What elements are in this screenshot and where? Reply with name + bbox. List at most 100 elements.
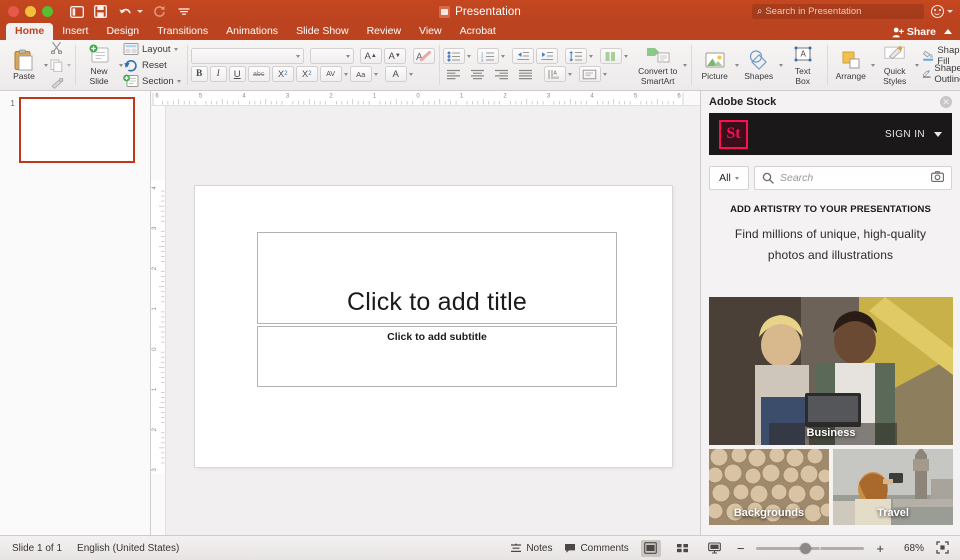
quick-styles-dropdown-icon[interactable] [915, 64, 919, 67]
tab-animations[interactable]: Animations [217, 23, 287, 40]
title-placeholder[interactable]: Click to add title [257, 232, 617, 324]
copy-icon[interactable] [48, 57, 65, 73]
shape-outline-button[interactable]: Shape Outline [922, 67, 960, 82]
stock-filter-dropdown[interactable]: All [709, 166, 749, 190]
tab-home[interactable]: Home [6, 23, 53, 40]
subscript-button[interactable]: X2 [296, 66, 318, 82]
sidebar-toggle-icon[interactable] [69, 4, 84, 19]
zoom-slider[interactable] [756, 540, 864, 557]
fit-slide-button[interactable] [936, 541, 950, 555]
line-spacing-dropdown-icon[interactable] [589, 55, 593, 58]
maximize-window-button[interactable] [42, 6, 53, 17]
text-direction-button[interactable]: A [544, 66, 566, 82]
tab-review[interactable]: Review [358, 23, 410, 40]
change-case-dropdown-icon[interactable] [374, 73, 378, 76]
slideshow-button[interactable] [705, 540, 725, 557]
tab-insert[interactable]: Insert [53, 23, 97, 40]
undo-icon[interactable] [117, 4, 132, 19]
zoom-slider-knob[interactable] [800, 543, 811, 554]
comments-button[interactable]: Comments [564, 543, 628, 554]
customize-toolbar-icon[interactable] [176, 4, 191, 19]
language-label[interactable]: English (United States) [77, 543, 179, 554]
character-spacing-dropdown-icon[interactable] [344, 73, 348, 76]
minimize-window-button[interactable] [25, 6, 36, 17]
character-spacing-button[interactable]: AV [320, 66, 342, 82]
share-button[interactable]: Share [892, 26, 936, 38]
redo-icon[interactable] [152, 4, 167, 19]
change-case-button[interactable]: Aa [350, 66, 372, 82]
chevron-up-icon[interactable] [944, 29, 952, 34]
italic-button[interactable]: I [210, 66, 227, 82]
shrink-font-button[interactable]: A▼ [384, 48, 406, 64]
align-right-button[interactable] [491, 66, 513, 82]
shape-fill-button[interactable]: Shape Fill [922, 49, 960, 64]
close-icon[interactable]: ✕ [940, 96, 952, 108]
font-size-input[interactable] [310, 48, 354, 64]
align-text-button[interactable] [579, 66, 601, 82]
zoom-in-button[interactable]: + [876, 541, 884, 556]
tab-acrobat[interactable]: Acrobat [451, 23, 505, 40]
quick-styles-button[interactable]: Quick Styles [875, 42, 915, 89]
notes-button[interactable]: Notes [510, 543, 552, 554]
stock-tile-travel[interactable]: Travel [833, 449, 953, 525]
subtitle-placeholder[interactable]: Click to add subtitle [257, 326, 617, 387]
smiley-face-icon[interactable] [931, 5, 944, 18]
tab-transitions[interactable]: Transitions [148, 23, 217, 40]
format-painter-icon[interactable] [48, 75, 65, 91]
picture-button[interactable]: Picture [695, 42, 735, 89]
stock-tile-business[interactable]: Business [709, 297, 953, 445]
chevron-down-icon[interactable] [934, 132, 942, 137]
line-spacing-button[interactable] [565, 48, 587, 64]
chevron-down-icon[interactable] [735, 177, 739, 180]
bold-button[interactable]: B [191, 66, 208, 82]
columns-button[interactable] [600, 48, 622, 64]
slide-thumbnail-pane[interactable]: 1 [0, 91, 151, 535]
zoom-out-button[interactable]: − [737, 541, 745, 556]
slide-editing-canvas[interactable]: Click to add title Click to add subtitle [166, 106, 700, 535]
text-box-button[interactable]: A Text Box [783, 42, 823, 89]
cut-icon[interactable] [48, 39, 65, 55]
camera-search-icon[interactable] [931, 171, 944, 185]
tab-design[interactable]: Design [97, 23, 148, 40]
new-slide-button[interactable]: New Slide [79, 42, 119, 89]
arrange-button[interactable]: Arrange [831, 42, 871, 89]
smartart-dropdown-icon[interactable] [683, 64, 687, 67]
numbering-button[interactable]: 123 [477, 48, 499, 64]
thumbnail-item[interactable]: 1 [0, 91, 150, 163]
stock-tile-backgrounds[interactable]: Backgrounds [709, 449, 829, 525]
close-window-button[interactable] [8, 6, 19, 17]
align-center-button[interactable] [467, 66, 489, 82]
bullets-dropdown-icon[interactable] [467, 55, 471, 58]
font-size-dropdown-icon[interactable] [346, 55, 350, 58]
save-icon[interactable] [93, 4, 108, 19]
paste-button[interactable]: Paste [4, 42, 44, 89]
undo-dropdown-icon[interactable] [137, 10, 143, 13]
superscript-button[interactable]: X2 [272, 66, 294, 82]
current-slide[interactable]: Click to add title Click to add subtitle [195, 186, 672, 467]
numbering-dropdown-icon[interactable] [501, 55, 505, 58]
section-button[interactable]: Section [123, 74, 183, 89]
justify-button[interactable] [515, 66, 537, 82]
vertical-ruler[interactable]: 43210123 [151, 106, 166, 535]
grow-font-button[interactable]: A▲ [360, 48, 382, 64]
horizontal-ruler[interactable]: 6543210123456 [151, 91, 700, 106]
decrease-indent-button[interactable] [512, 48, 534, 64]
layout-dropdown-icon[interactable] [174, 48, 178, 51]
font-color-dropdown-icon[interactable] [409, 73, 413, 76]
stock-search-input[interactable]: Search [754, 166, 952, 190]
underline-button[interactable]: U [229, 66, 246, 82]
sign-in-button[interactable]: SIGN IN [885, 129, 942, 140]
font-color-button[interactable]: A [385, 66, 407, 82]
tab-view[interactable]: View [410, 23, 451, 40]
convert-to-smartart-button[interactable]: Convert to SmartArt [633, 42, 683, 89]
section-dropdown-icon[interactable] [177, 80, 181, 83]
clear-formatting-button[interactable]: A [413, 48, 435, 64]
strikethrough-button[interactable]: abc [248, 66, 270, 82]
columns-dropdown-icon[interactable] [624, 55, 628, 58]
layout-button[interactable]: Layout [123, 42, 183, 57]
thumbnail-slide-preview[interactable] [19, 97, 135, 163]
tab-slide-show[interactable]: Slide Show [287, 23, 358, 40]
increase-indent-button[interactable] [536, 48, 558, 64]
text-direction-dropdown-icon[interactable] [568, 73, 572, 76]
account-dropdown-icon[interactable] [947, 10, 953, 13]
